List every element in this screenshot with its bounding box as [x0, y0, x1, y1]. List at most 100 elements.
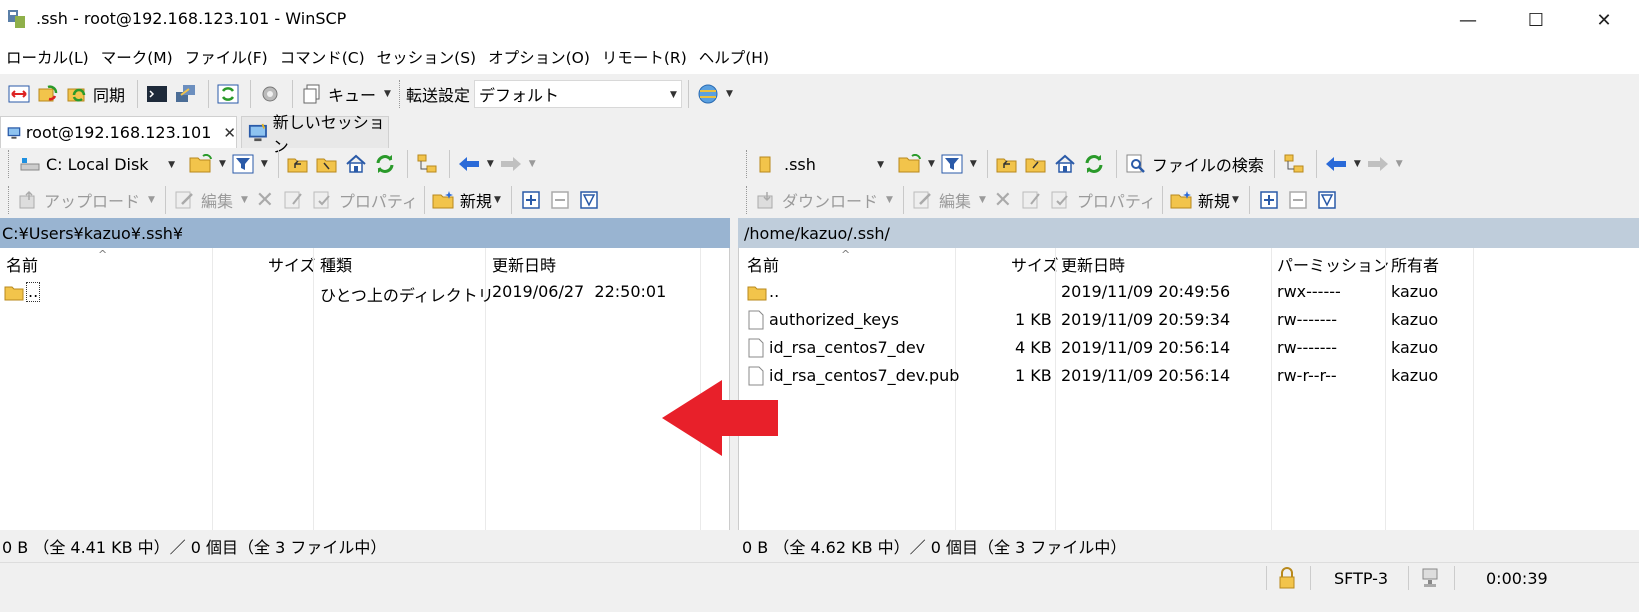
filter-icon[interactable] [230, 151, 256, 177]
menu-local[interactable]: ローカル(L) [6, 46, 89, 68]
menu-mark[interactable]: マーク(M) [101, 46, 173, 68]
tree-view-icon[interactable] [1281, 151, 1307, 177]
tree-view-icon[interactable] [414, 151, 440, 177]
download-dropdown-icon[interactable]: ▼ [886, 195, 893, 205]
column-header-modified[interactable]: 更新日時 [1061, 248, 1125, 280]
column-header-owner[interactable]: 所有者 [1391, 248, 1439, 280]
edit-label[interactable]: 編集 [201, 188, 233, 212]
new-dropdown-icon[interactable]: ▼ [494, 195, 501, 205]
remote-file-list[interactable]: ^ 名前 サイズ 更新日時 パーミッション 所有者 .. 2019/11/09 … [738, 248, 1639, 530]
local-path-bar[interactable]: C:¥Users¥kazuo¥.ssh¥ [0, 218, 730, 248]
filter-dropdown-icon[interactable]: ▼ [970, 159, 977, 169]
filter-dropdown-icon[interactable]: ▼ [261, 159, 268, 169]
sync-label[interactable]: 同期 [93, 82, 125, 106]
invert-selection-icon[interactable] [576, 187, 602, 213]
menu-remote[interactable]: リモート(R) [602, 46, 687, 68]
root-directory-icon[interactable] [1023, 151, 1049, 177]
edit-dropdown-icon[interactable]: ▼ [241, 195, 248, 205]
column-header-name[interactable]: 名前 [747, 248, 779, 280]
select-all-icon[interactable] [1256, 187, 1282, 213]
remote-path-bar[interactable]: /home/kazuo/.ssh/ [738, 218, 1639, 248]
rename-icon[interactable] [281, 187, 307, 213]
column-header-type[interactable]: 種類 [320, 248, 352, 280]
download-label[interactable]: ダウンロード [782, 188, 878, 212]
menu-command[interactable]: コマンド(C) [280, 46, 365, 68]
queue-icon[interactable] [299, 81, 325, 107]
queue-dropdown-icon[interactable]: ▼ [384, 89, 391, 99]
maximize-button[interactable]: ☐ [1502, 0, 1570, 40]
menu-file[interactable]: ファイル(F) [185, 46, 268, 68]
tab-session-active[interactable]: root@192.168.123.101 ✕ [0, 116, 237, 148]
root-directory-icon[interactable] [314, 151, 340, 177]
new-folder-icon[interactable] [1169, 187, 1195, 213]
find-files-icon[interactable] [1123, 151, 1149, 177]
filter-icon[interactable] [939, 151, 965, 177]
column-header-size[interactable]: サイズ [1011, 248, 1059, 280]
close-tab-icon[interactable]: ✕ [223, 124, 236, 142]
edit-dropdown-icon[interactable]: ▼ [979, 195, 986, 205]
forward-dropdown-icon[interactable]: ▼ [1396, 159, 1403, 169]
delete-icon[interactable]: ✕ [252, 187, 278, 213]
properties-icon[interactable] [310, 187, 336, 213]
putty-icon[interactable] [173, 81, 199, 107]
new-folder-icon[interactable] [431, 187, 457, 213]
back-arrow-icon[interactable] [456, 151, 482, 177]
find-files-label[interactable]: ファイルの検索 [1152, 152, 1264, 176]
select-all-icon[interactable] [518, 187, 544, 213]
forward-dropdown-icon[interactable]: ▼ [529, 159, 536, 169]
parent-directory-icon[interactable] [285, 151, 311, 177]
transfer-settings-select[interactable]: デフォルト ▼ [473, 80, 682, 108]
tab-new-session[interactable]: 新しいセッション [241, 113, 389, 156]
properties-icon[interactable] [1048, 187, 1074, 213]
invert-selection-icon[interactable] [1314, 187, 1340, 213]
terminal-icon[interactable] [144, 81, 170, 107]
minimize-button[interactable]: — [1434, 0, 1502, 40]
unselect-all-icon[interactable] [547, 187, 573, 213]
upload-dropdown-icon[interactable]: ▼ [148, 195, 155, 205]
column-header-modified[interactable]: 更新日時 [492, 248, 556, 280]
edit-icon[interactable] [910, 187, 936, 213]
synchronize-browsing-icon[interactable] [35, 81, 61, 107]
download-icon[interactable] [753, 187, 779, 213]
globe-dropdown-icon[interactable]: ▼ [726, 89, 733, 99]
menu-help[interactable]: ヘルプ(H) [699, 46, 769, 68]
globe-sync-icon[interactable] [695, 81, 721, 107]
queue-label[interactable]: キュー [328, 82, 376, 106]
forward-arrow-icon[interactable] [1365, 151, 1391, 177]
menu-session[interactable]: セッション(S) [377, 46, 476, 68]
remote-folder-select[interactable]: .ssh ▼ [753, 150, 889, 178]
edit-icon[interactable] [172, 187, 198, 213]
menu-options[interactable]: オプション(O) [488, 46, 590, 68]
column-header-size[interactable]: サイズ [268, 248, 316, 280]
new-label[interactable]: 新規 [1198, 188, 1230, 212]
refresh-icon[interactable] [1081, 151, 1107, 177]
forward-arrow-icon[interactable] [498, 151, 524, 177]
upload-label[interactable]: アップロード [44, 188, 140, 212]
open-folder-icon[interactable] [897, 151, 923, 177]
back-dropdown-icon[interactable]: ▼ [487, 159, 494, 169]
home-icon[interactable] [1052, 151, 1078, 177]
column-header-name[interactable]: 名前 [6, 248, 38, 280]
upload-icon[interactable] [15, 187, 41, 213]
new-dropdown-icon[interactable]: ▼ [1232, 195, 1239, 205]
open-folder-dropdown-icon[interactable]: ▼ [928, 159, 935, 169]
home-icon[interactable] [343, 151, 369, 177]
close-button[interactable]: ✕ [1570, 0, 1638, 40]
unselect-all-icon[interactable] [1285, 187, 1311, 213]
refresh-icon[interactable] [372, 151, 398, 177]
edit-label[interactable]: 編集 [939, 188, 971, 212]
compare-directories-icon[interactable] [6, 81, 32, 107]
rename-icon[interactable] [1019, 187, 1045, 213]
new-label[interactable]: 新規 [460, 188, 492, 212]
back-dropdown-icon[interactable]: ▼ [1354, 159, 1361, 169]
synchronize-icon[interactable] [64, 81, 90, 107]
properties-label[interactable]: プロパティ [339, 188, 418, 212]
local-file-list[interactable]: ^ 名前 サイズ 種類 更新日時 .. ひとつ上のディレクトリ 2019/06/… [0, 248, 730, 530]
delete-icon[interactable]: ✕ [990, 187, 1016, 213]
column-header-permissions[interactable]: パーミッション [1277, 248, 1389, 280]
parent-directory-icon[interactable] [994, 151, 1020, 177]
refresh-window-icon[interactable] [215, 81, 241, 107]
local-drive-select[interactable]: C: Local Disk ▼ [15, 150, 180, 178]
open-folder-icon[interactable] [188, 151, 214, 177]
back-arrow-icon[interactable] [1323, 151, 1349, 177]
